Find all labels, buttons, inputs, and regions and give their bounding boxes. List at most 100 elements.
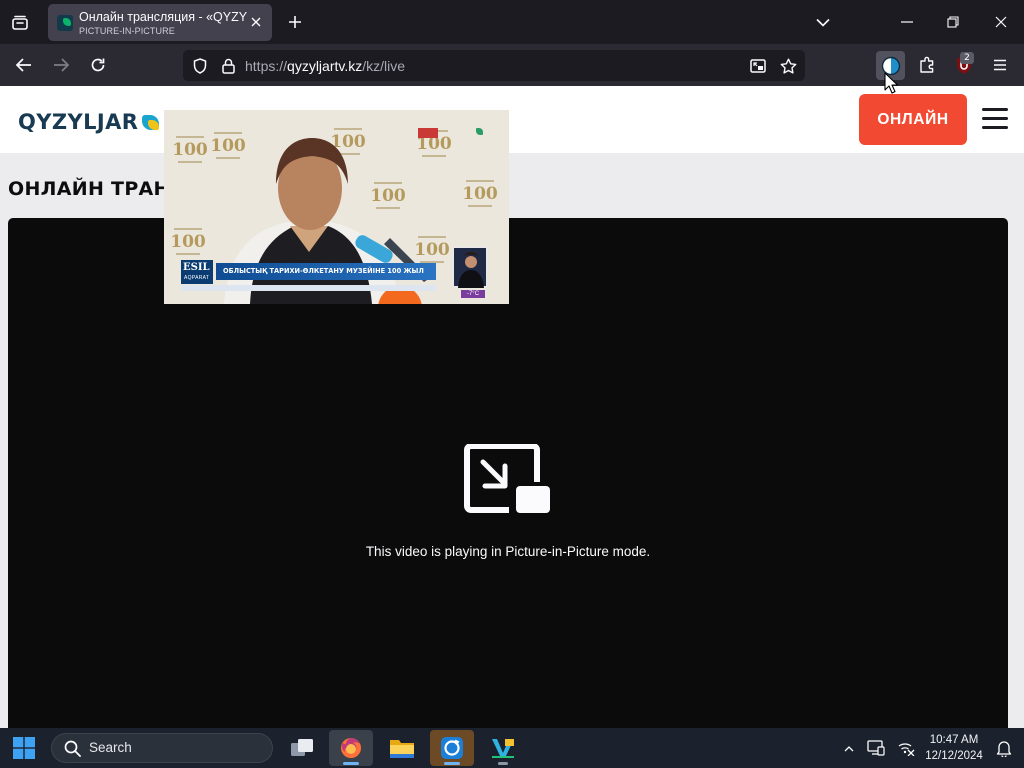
running-indicator xyxy=(444,762,460,765)
tab-list-icon xyxy=(12,15,28,30)
extensions-button[interactable] xyxy=(914,51,942,79)
notifications-button[interactable] xyxy=(994,738,1014,758)
reload-button[interactable] xyxy=(84,51,112,79)
sign-interpreter-figure xyxy=(458,252,484,288)
picture-in-picture-icon xyxy=(750,59,766,73)
sync-app-icon xyxy=(441,737,463,759)
app-menu-button[interactable] xyxy=(986,51,1014,79)
shield-icon xyxy=(193,58,207,74)
window-close-button[interactable] xyxy=(986,8,1016,36)
tab-title: Онлайн трансляция - «QYZYLJAR» xyxy=(79,10,247,24)
minimize-icon xyxy=(901,21,913,23)
sign-language-inset xyxy=(453,247,487,288)
restore-icon xyxy=(947,16,959,28)
visual-app-icon xyxy=(492,739,514,758)
display-icon xyxy=(867,740,885,756)
clock-time: 10:47 AM xyxy=(929,734,979,746)
running-indicator xyxy=(498,762,508,765)
chevron-down-icon xyxy=(816,18,830,27)
qyzyljar-favicon-icon xyxy=(57,15,73,31)
url-text[interactable]: https://qyzyljartv.kz/kz/live xyxy=(245,58,405,74)
ublock-count-badge: 2 xyxy=(960,52,974,64)
site-header: QYZYLJAR ОНЛАЙН xyxy=(0,86,1024,153)
online-button[interactable]: ОНЛАЙН xyxy=(859,94,967,145)
mouse-cursor-icon xyxy=(884,72,898,94)
tab-strip: Онлайн трансляция - «QYZYLJAR» PICTURE-I… xyxy=(0,0,1024,44)
hamburger-icon xyxy=(994,59,1006,71)
clock-date: 12/12/2024 xyxy=(925,750,983,762)
search-icon-glyph xyxy=(64,740,81,757)
web-page: QYZYLJAR ОНЛАЙН ОНЛАЙН ТРАНСЛЯЦИЯ This v… xyxy=(0,86,1024,728)
esil-channel-logo: ESIL AQPARAT xyxy=(181,260,213,284)
active-tab[interactable]: Онлайн трансляция - «QYZYLJAR» PICTURE-I… xyxy=(48,4,272,41)
url-path: /kz/live xyxy=(362,58,406,74)
forward-icon xyxy=(54,58,69,72)
news-ticker xyxy=(181,285,436,291)
new-tab-button[interactable] xyxy=(282,9,308,35)
navigation-toolbar: https://qyzyljartv.kz/kz/live xyxy=(0,44,1024,86)
logo-text: QYZYLJAR xyxy=(18,110,139,134)
firefox-icon xyxy=(341,738,361,758)
star-icon xyxy=(780,58,796,74)
show-hidden-icons-button[interactable] xyxy=(840,738,858,758)
close-icon xyxy=(251,17,261,27)
forward-button[interactable] xyxy=(47,51,75,79)
taskbar-sync-app[interactable] xyxy=(430,730,474,766)
wall-logo-100: 100 xyxy=(170,228,206,258)
picture-in-picture-icon xyxy=(464,444,550,513)
bookmark-button[interactable] xyxy=(777,55,799,77)
display-tray-button[interactable] xyxy=(866,737,886,759)
wall-logo-100: 100 xyxy=(462,180,498,210)
wall-logo-100: 100 xyxy=(172,136,208,166)
site-info-button[interactable] xyxy=(217,55,239,77)
windows-taskbar: Search 10:47 AM 12/12/2024 xyxy=(0,728,1024,768)
windows-icon xyxy=(13,737,35,759)
site-logo[interactable]: QYZYLJAR xyxy=(18,110,160,134)
back-button[interactable] xyxy=(10,51,38,79)
news-lower-third: ESIL AQPARAT ОБЛЫСТЫҚ ТАРИХИ-ӨЛКЕТАНУ МУ… xyxy=(181,260,436,284)
task-view-button[interactable] xyxy=(280,730,324,766)
taskbar-visual-app[interactable] xyxy=(481,730,525,766)
list-all-tabs-button[interactable] xyxy=(810,9,836,35)
picture-in-picture-window[interactable]: 100 100 100 100 100 100 100 100 ESIL AQP… xyxy=(164,110,509,304)
task-view-icon xyxy=(291,739,313,756)
running-indicator xyxy=(343,762,359,765)
chevron-up-icon xyxy=(844,745,854,751)
start-button[interactable] xyxy=(6,732,42,764)
hamburger-icon xyxy=(982,108,1008,111)
search-icon xyxy=(62,738,82,758)
taskbar-firefox[interactable] xyxy=(329,730,373,766)
network-offline-icon xyxy=(898,743,915,756)
tab-close-button[interactable] xyxy=(246,12,266,32)
news-caption: ОБЛЫСТЫҚ ТАРИХИ-ӨЛКЕТАНУ МУЗЕЙІНЕ 100 ЖЫ… xyxy=(216,263,436,280)
network-tray-button[interactable] xyxy=(896,737,916,759)
taskbar-clock[interactable]: 10:47 AM 12/12/2024 xyxy=(920,732,988,764)
window-minimize-button[interactable] xyxy=(892,8,922,36)
plus-icon xyxy=(289,16,301,28)
hamburger-icon-bar xyxy=(982,126,1008,129)
taskbar-search-box[interactable]: Search xyxy=(51,733,273,763)
logo-mark-icon xyxy=(142,114,160,131)
taskbar-file-explorer[interactable] xyxy=(380,730,424,766)
tracking-protection-button[interactable] xyxy=(189,55,211,77)
reload-icon xyxy=(91,58,105,72)
back-icon xyxy=(16,58,31,72)
file-explorer-icon xyxy=(390,740,414,758)
site-menu-button[interactable] xyxy=(981,106,1009,132)
tab-subtitle: PICTURE-IN-PICTURE xyxy=(79,26,175,36)
address-bar[interactable]: https://qyzyljartv.kz/kz/live xyxy=(183,50,805,81)
pip-status-message: This video is playing in Picture-in-Pict… xyxy=(365,544,651,559)
picture-in-picture-urlbar-button[interactable] xyxy=(747,55,769,77)
channel-small-logo-icon xyxy=(476,128,483,135)
bell-icon xyxy=(996,741,1012,757)
tab-list-button[interactable] xyxy=(6,9,34,37)
puzzle-icon xyxy=(920,56,934,73)
url-scheme: https:// xyxy=(245,58,288,74)
url-host: qyzyljartv.kz xyxy=(287,58,363,74)
temperature-badge: -7°C xyxy=(461,290,485,298)
search-label: Search xyxy=(89,740,132,755)
window-restore-button[interactable] xyxy=(938,8,968,36)
hamburger-icon-bar xyxy=(982,117,1008,120)
lock-icon xyxy=(221,58,235,74)
close-icon xyxy=(995,16,1007,28)
